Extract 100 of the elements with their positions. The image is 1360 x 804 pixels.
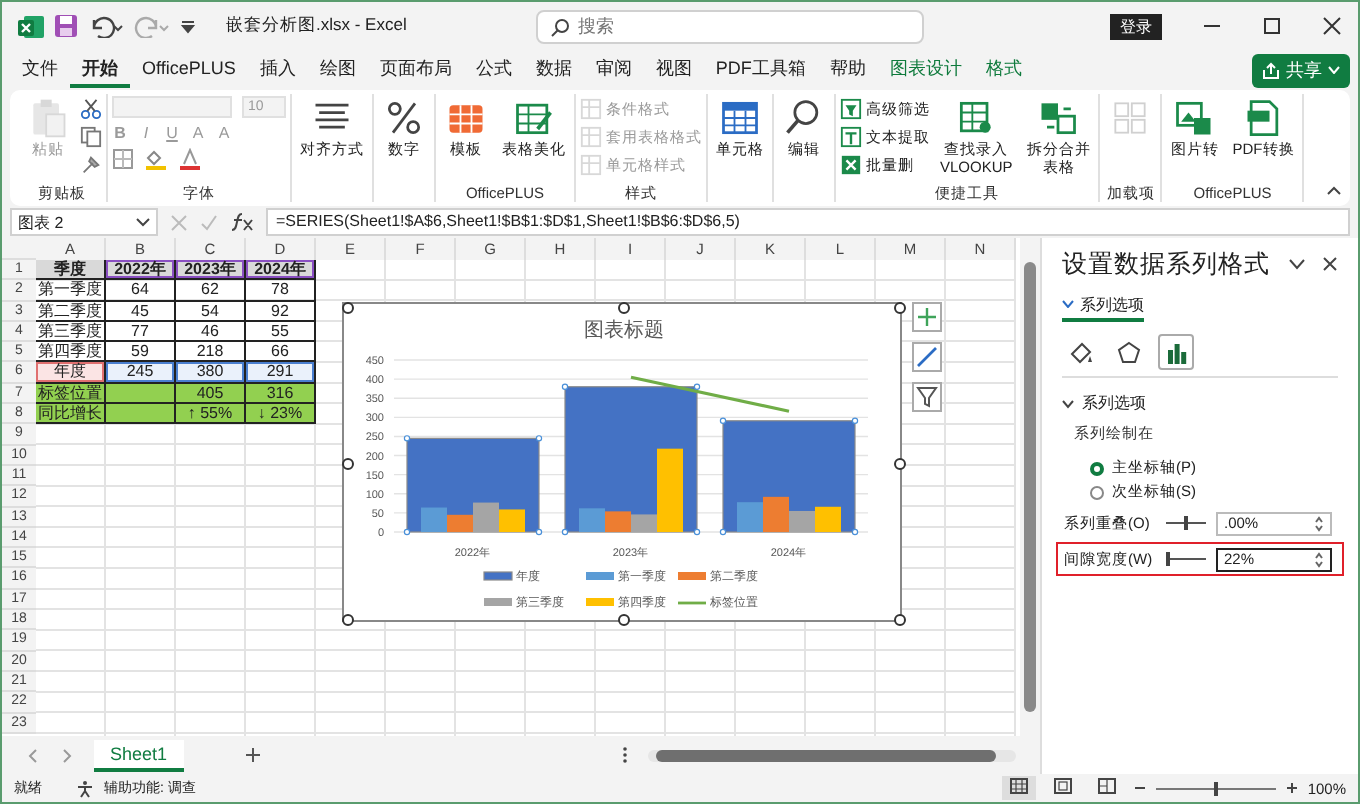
image-convert-icon [1172,96,1217,140]
collapse-ribbon-icon[interactable] [1326,184,1342,196]
resize-handle[interactable] [342,614,354,626]
section-header[interactable]: 系列选项 [1062,392,1338,414]
resize-handle[interactable] [618,614,630,626]
search-icon [550,17,570,37]
filter-grid-icon [840,98,862,120]
search-field[interactable]: 搜索 [536,9,924,43]
table-cell: 第三季度 [36,321,106,343]
resize-handle[interactable] [618,302,630,314]
table-cell [106,404,176,425]
view-button[interactable] [1001,776,1036,800]
table-cell: 第二季度 [36,301,106,322]
paint-bucket-icon [1067,339,1093,365]
table-cell: 54 [176,301,246,322]
table-cell: 380 [176,362,246,384]
chevron-down-icon[interactable] [1288,258,1306,270]
zoom-slider-thumb[interactable] [1213,781,1218,795]
font-color-icon[interactable] [178,148,202,170]
menu-tab[interactable]: 格式 [973,52,1034,88]
save-icon[interactable] [54,14,78,38]
resize-handle[interactable] [894,302,906,314]
caret-icon [1328,66,1340,74]
menu-tab[interactable]: 公式 [463,52,524,88]
menu-tab[interactable]: 页面布局 [367,52,464,88]
percent-icon [382,96,426,140]
border-icon[interactable] [112,148,134,170]
grid-icon [580,126,602,148]
menu-tab[interactable]: 帮助 [817,52,878,88]
customize-caret-icon[interactable] [180,18,196,34]
table-cell: ↓ 23% [246,404,316,425]
table-cell: 45 [106,301,176,322]
resize-handle[interactable] [342,302,354,314]
horizontal-scrollbar[interactable] [647,749,1016,761]
grid-icon [580,154,602,176]
login-button[interactable]: 登录 [1110,13,1162,39]
table-cell: 316 [246,383,316,405]
formula-field[interactable]: =SERIES(Sheet1!$A$6,Sheet1!$B$1:$D$1,Sheet1!$B$6:$D$6,5) [266,208,1350,236]
maximize-icon[interactable] [1262,16,1282,36]
table-cell: 64 [106,280,176,302]
line-series[interactable] [630,375,790,413]
vertical-scrollbar[interactable] [1020,238,1040,736]
table-cell [106,383,176,405]
table-cell: 46 [176,321,246,343]
check-icon[interactable] [200,213,218,231]
previous-sheet-icon[interactable] [26,747,40,763]
table-cell: 245 [106,362,176,384]
grid-icon [1009,778,1028,794]
resize-handle[interactable] [342,458,354,470]
close-icon[interactable] [1322,256,1338,272]
table-cell: 年度 [36,362,106,384]
menu-tab[interactable]: 文件 [10,52,70,88]
name-box[interactable]: 图表 2 [10,208,158,236]
sheet-tab[interactable]: Sheet1 [94,739,184,771]
bar-chart-icon [1163,339,1189,365]
close-icon[interactable] [1322,16,1342,36]
legend-key-icon [484,598,512,606]
menu-tab[interactable]: 图表设计 [877,52,974,88]
brush-icon[interactable] [80,154,102,176]
page-break-icon [1097,778,1116,794]
share-button[interactable]: 共享 [1252,53,1350,87]
chevron-down-icon [1062,300,1074,308]
resize-handle[interactable] [894,458,906,470]
more-icon[interactable] [621,746,628,764]
bar[interactable] [815,506,841,532]
add-sheet-icon[interactable] [243,746,262,764]
menu-tab[interactable]: 视图 [643,52,704,88]
accessibility-icon[interactable] [76,779,94,797]
menu-tab[interactable]: 插入 [247,52,308,88]
table-cell: 405 [176,383,246,405]
table-cell: 2024年 [246,260,316,281]
table-cell: ↑ 55% [176,404,246,425]
grid-icon [580,98,602,120]
zoom-out-icon[interactable] [1133,782,1146,794]
table-cell: 55 [246,321,316,343]
window-title: 嵌套分析图.xlsx - Excel [226,14,409,38]
table-cell: 2023年 [176,260,246,281]
menu-tab[interactable]: 数据 [523,52,584,88]
pane-icon-tab[interactable] [1158,334,1194,370]
menu-tab[interactable]: OfficePLUS [130,52,248,88]
brush-icon[interactable] [912,342,942,372]
undo-icon[interactable] [88,14,124,38]
fill-bucket-icon[interactable] [144,148,168,170]
delete-grid-icon [840,154,862,176]
table-cell: 季度 [36,260,106,281]
function-icon[interactable] [230,212,254,232]
menu-tab[interactable]: PDF工具箱 [703,52,818,88]
zoom-in-icon[interactable] [1285,782,1298,794]
page-layout-icon [1053,778,1072,794]
menu-tab[interactable]: 审阅 [583,52,644,88]
scissors-icon[interactable] [80,98,102,120]
resize-handle[interactable] [894,614,906,626]
table-cell: 92 [246,301,316,322]
chevron-down-icon [1062,397,1074,409]
filter-icon[interactable] [912,382,942,412]
table-cell: 78 [246,280,316,302]
next-sheet-icon[interactable] [60,747,74,763]
copy-icon[interactable] [80,126,102,148]
pane-tab[interactable]: 系列选项 [1062,290,1144,322]
menu-tab[interactable]: 绘图 [307,52,368,88]
